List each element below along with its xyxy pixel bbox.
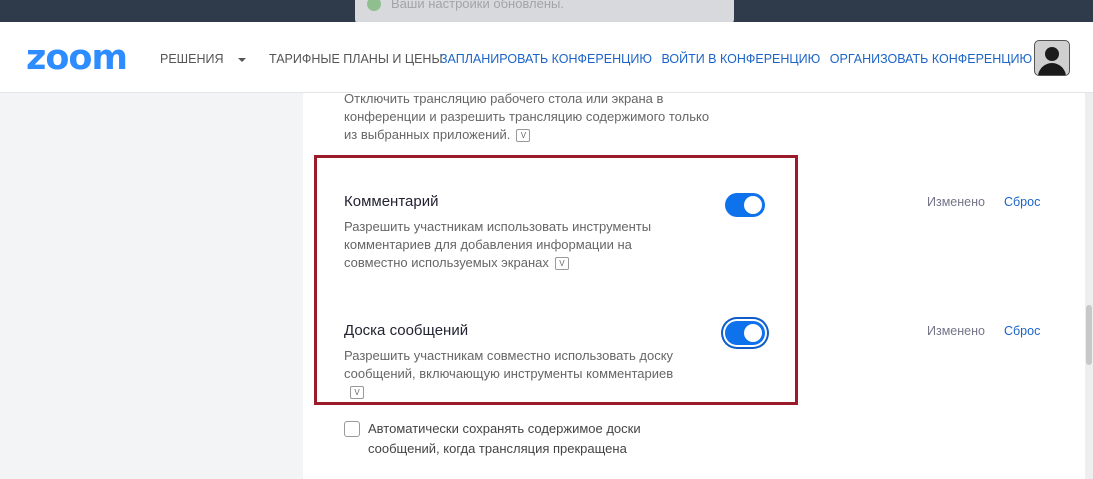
autosave-label: Автоматически сохранять содержимое доски… — [368, 421, 641, 456]
nav-join-meeting[interactable]: ВОЙТИ В КОНФЕРЕНЦИЮ — [661, 52, 820, 66]
toast-message: Ваши настройки обновлены. — [391, 0, 564, 11]
scrollbar[interactable] — [1085, 93, 1093, 479]
nav-pricing[interactable]: ТАРИФНЫЕ ПЛАНЫ И ЦЕНЫ — [269, 52, 443, 66]
avatar[interactable] — [1034, 40, 1070, 76]
chevron-down-icon — [237, 57, 246, 62]
nav-left: РЕШЕНИЯ ТАРИФНЫЕ ПЛАНЫ И ЦЕНЫ — [160, 52, 453, 66]
nav-right: ЗАПЛАНИРОВАТЬ КОНФЕРЕНЦИЮ ВОЙТИ В КОНФЕР… — [440, 52, 1062, 66]
comments-status: Изменено — [927, 195, 985, 209]
highlight-box — [314, 155, 798, 405]
sidebar — [0, 93, 303, 479]
site-header: zoom РЕШЕНИЯ ТАРИФНЫЕ ПЛАНЫ И ЦЕНЫ ЗАПЛА… — [0, 22, 1093, 93]
prev-setting-description: Отключить трансляцию рабочего стола или … — [344, 90, 714, 144]
nav-solutions[interactable]: РЕШЕНИЯ — [160, 52, 256, 66]
whiteboard-status: Изменено — [927, 324, 985, 338]
comments-reset-link[interactable]: Сброс — [1004, 195, 1040, 209]
avatar-body — [1038, 63, 1066, 75]
avatar-head — [1045, 47, 1059, 61]
autosave-checkbox[interactable] — [344, 421, 360, 437]
whiteboard-reset-link[interactable]: Сброс — [1004, 324, 1040, 338]
nav-host-meeting-label: ОРГАНИЗОВАТЬ КОНФЕРЕНЦИЮ — [829, 52, 1033, 66]
nav-schedule-meeting[interactable]: ЗАПЛАНИРОВАТЬ КОНФЕРЕНЦИЮ — [440, 52, 652, 66]
scrollbar-thumb[interactable] — [1086, 305, 1092, 365]
success-icon — [367, 0, 381, 11]
info-icon[interactable]: V — [516, 129, 531, 143]
nav-solutions-label: РЕШЕНИЯ — [160, 52, 224, 66]
nav-host-meeting[interactable]: ОРГАНИЗОВАТЬ КОНФЕРЕНЦИЮ — [830, 52, 1056, 66]
zoom-logo[interactable]: zoom — [26, 38, 128, 78]
